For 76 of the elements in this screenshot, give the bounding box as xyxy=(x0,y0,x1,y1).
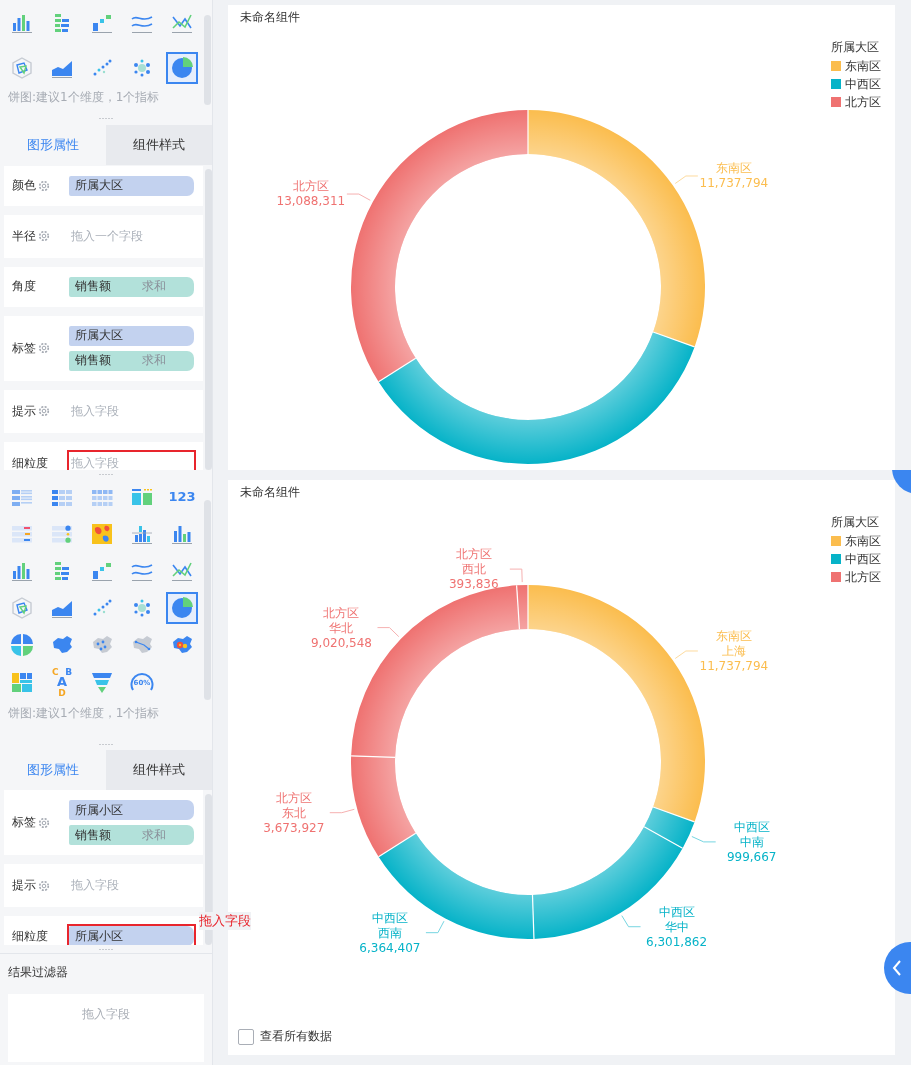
value-label: 13,088,311 xyxy=(276,194,346,210)
settings-icon[interactable] xyxy=(38,816,50,829)
legend-label[interactable]: 中西区 xyxy=(845,550,881,568)
field-chip[interactable]: 所属小区 xyxy=(69,800,194,820)
chart-type-button[interactable] xyxy=(166,591,198,624)
value-label: 3,673,927 xyxy=(263,820,325,836)
data-label: 中西区中南 xyxy=(732,819,771,850)
settings-icon[interactable] xyxy=(38,230,50,243)
field-chip[interactable]: 销售额 求和 xyxy=(69,825,194,845)
annotation-text: 拖入字段 xyxy=(199,912,251,930)
data-label: 东南区上海 xyxy=(714,628,753,659)
hint-text: 饼图:建议1个维度，1个指标 xyxy=(7,706,161,720)
property-label: 颜色 xyxy=(11,177,36,195)
leader-line xyxy=(691,836,717,843)
radar-chart-icon xyxy=(10,55,34,80)
pie-chart-icon xyxy=(170,55,194,80)
data-label: 东南区 xyxy=(714,161,753,176)
leader-line xyxy=(425,920,445,934)
legend-label[interactable]: 北方区 xyxy=(845,568,881,586)
pie-chart-icon xyxy=(170,595,194,620)
property-label: 标签 xyxy=(11,814,36,831)
leader-line xyxy=(329,808,355,814)
section-title: 结果过滤器 xyxy=(8,964,69,980)
property-label: 角度 xyxy=(11,278,36,296)
property-label: 细粒度 xyxy=(11,927,48,945)
tab[interactable]: 组件样式 xyxy=(106,124,212,165)
property-label: 半径 xyxy=(11,227,36,245)
leader-line xyxy=(509,568,523,583)
data-label: 中西区西南 xyxy=(370,910,409,941)
data-label: 北方区华北 xyxy=(322,605,361,636)
tab[interactable]: 组件样式 xyxy=(106,750,212,790)
radar-chart-icon xyxy=(10,595,34,620)
field-chip[interactable]: 所属大区 xyxy=(69,175,194,196)
settings-icon[interactable] xyxy=(38,342,50,355)
leader-line xyxy=(346,193,371,201)
leader-line xyxy=(674,175,699,184)
pie-chart-icon xyxy=(10,632,34,657)
property-label: 细粒度 xyxy=(11,454,48,470)
leader-line xyxy=(621,915,642,928)
property-label: 标签 xyxy=(11,339,36,357)
value-label: 11,737,794 xyxy=(699,176,769,191)
chevron-left-icon xyxy=(892,960,902,976)
data-label: 北方区西北 xyxy=(454,546,493,577)
value-label: 999,667 xyxy=(726,849,777,865)
legend-label[interactable]: 东南区 xyxy=(845,57,881,75)
settings-icon[interactable] xyxy=(38,179,50,192)
data-label: 北方区东北 xyxy=(274,790,313,821)
legend-label[interactable]: 中西区 xyxy=(845,75,881,93)
value-label: 6,301,862 xyxy=(646,934,708,950)
data-label: 中西区华中 xyxy=(657,904,696,935)
field-chip[interactable]: 所属小区 xyxy=(69,926,194,945)
legend-label[interactable]: 东南区 xyxy=(845,532,881,550)
settings-icon[interactable] xyxy=(38,879,50,892)
leader-line xyxy=(674,650,699,659)
field-chip[interactable]: 销售额 求和 xyxy=(69,276,194,297)
card-title: 未命名组件 xyxy=(239,484,301,501)
value-label: 393,836 xyxy=(449,576,499,592)
legend-title: 所属大区 xyxy=(831,39,880,55)
value-label: 6,364,407 xyxy=(359,940,421,956)
hint-text: 饼图:建议1个维度，1个指标 xyxy=(7,90,161,104)
field-chip[interactable]: 销售额 求和 xyxy=(69,350,194,371)
legend-label[interactable]: 北方区 xyxy=(845,93,881,111)
legend-title: 所属大区 xyxy=(831,514,880,530)
value-label: 11,737,794 xyxy=(699,658,769,674)
value-label: 9,020,548 xyxy=(310,635,372,651)
card-title: 未命名组件 xyxy=(239,9,301,26)
heatmap-icon xyxy=(90,521,114,546)
field-chip[interactable]: 所属大区 xyxy=(69,325,194,346)
checkbox-label[interactable]: 查看所有数据 xyxy=(260,1028,332,1045)
checkbox[interactable] xyxy=(238,1028,254,1045)
settings-icon[interactable] xyxy=(38,405,50,418)
property-label: 提示 xyxy=(11,877,36,894)
property-label: 提示 xyxy=(11,402,36,420)
leader-line xyxy=(377,627,400,638)
chart-type-button[interactable] xyxy=(166,51,198,84)
data-label: 北方区 xyxy=(291,179,330,195)
